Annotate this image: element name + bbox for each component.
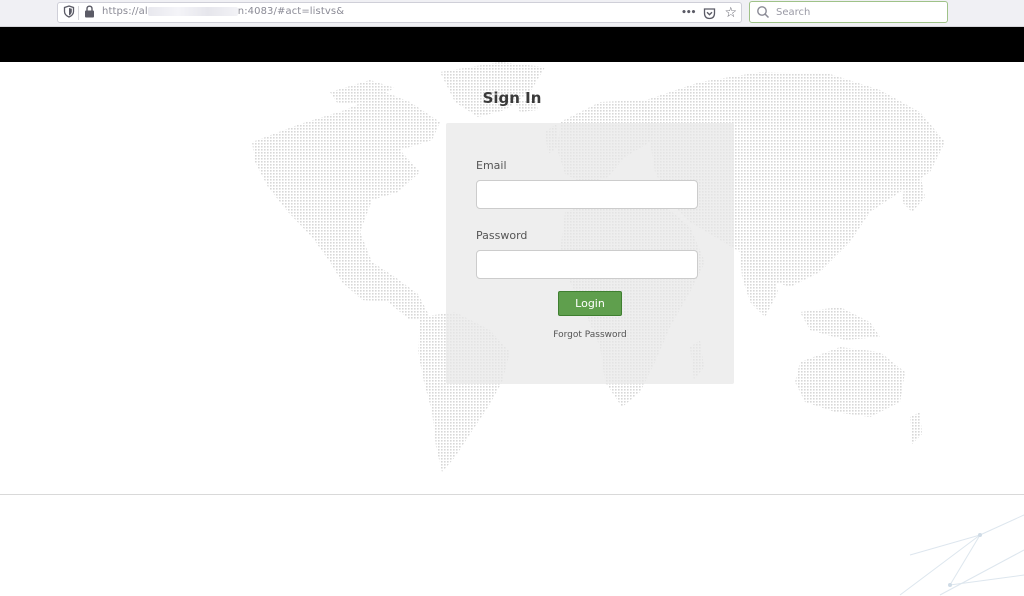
address-bar[interactable]: https://al n:4083/#act=listvs& ••• ☆	[57, 2, 742, 23]
page-actions-menu-icon[interactable]: •••	[681, 5, 696, 21]
login-button[interactable]: Login	[558, 291, 622, 316]
tracking-protection-icon[interactable]	[63, 5, 75, 18]
url-start: https://al	[102, 6, 148, 17]
email-field[interactable]	[476, 180, 698, 209]
pocket-icon[interactable]	[703, 7, 716, 20]
search-icon	[757, 6, 770, 19]
lock-icon[interactable]	[84, 5, 95, 18]
footer-divider	[0, 494, 1024, 495]
bookmark-star-icon[interactable]: ☆	[724, 5, 737, 21]
email-label: Email	[476, 159, 507, 172]
login-form-panel: Email Password Login Forgot Password	[446, 123, 734, 384]
forgot-password-link[interactable]: Forgot Password	[446, 330, 734, 340]
address-bar-divider	[78, 6, 79, 20]
network-lines-decoration	[899, 514, 1024, 596]
search-input[interactable]	[776, 4, 941, 20]
browser-search-box[interactable]	[749, 1, 948, 23]
password-label: Password	[476, 229, 528, 242]
url-text[interactable]: https://al n:4083/#act=listvs&	[102, 6, 344, 17]
browser-toolbar: https://al n:4083/#act=listvs& ••• ☆	[0, 0, 1024, 27]
password-field[interactable]	[476, 250, 698, 279]
site-header-bar	[0, 27, 1024, 62]
page-title: Sign In	[482, 89, 542, 107]
url-redacted-segment	[147, 6, 238, 16]
url-end: n:4083/#act=listvs&	[237, 6, 345, 17]
address-bar-actions: ••• ☆	[681, 5, 737, 21]
